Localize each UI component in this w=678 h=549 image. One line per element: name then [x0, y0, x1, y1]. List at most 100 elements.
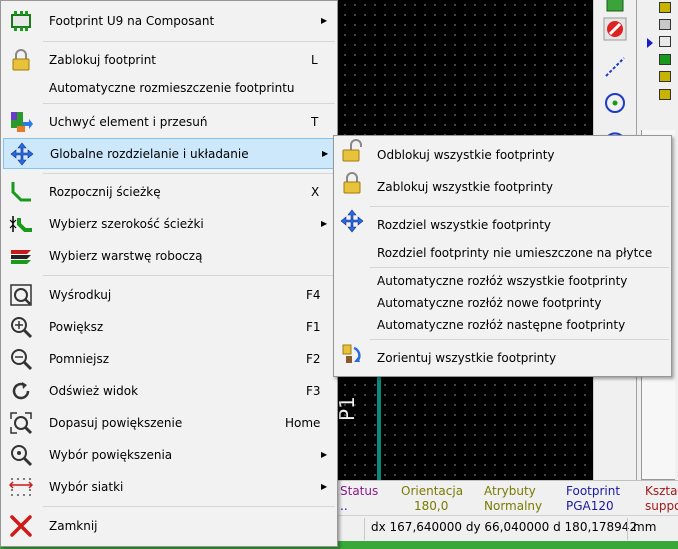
menu-item-shortcut: T: [311, 115, 319, 129]
msg-header: Orientacja: [401, 484, 464, 498]
msg-status: Status ..: [340, 484, 378, 514]
submenu-item-label: Rozdziel wszystkie footprinty: [377, 218, 552, 232]
menu-item-shortcut: F1: [306, 320, 321, 334]
layer-swatch[interactable]: [659, 19, 671, 30]
submenu-item-label: Automatyczne rozłóż wszystkie footprinty: [377, 274, 628, 288]
lock-icon: [9, 48, 33, 72]
submenu-item-autoplace-next[interactable]: Automatyczne rozłóż następne footprinty: [336, 314, 669, 336]
submenu-item-label: Automatyczne rozłóż następne footprinty: [377, 318, 626, 332]
msg-shape: Kształt suppo: [645, 484, 678, 514]
zoom-out-icon: [9, 347, 33, 371]
track-icon: [9, 180, 33, 204]
menu-item-label: Pomniejsz: [49, 352, 110, 366]
layer-swatch[interactable]: [659, 2, 671, 13]
submenu-item-autoplace-new[interactable]: Automatyczne rozłóż nowe footprinty: [336, 292, 669, 314]
zoom-fit-icon: [9, 411, 33, 435]
submenu-arrow-icon: ▶: [321, 16, 328, 25]
menu-item-label: Wybór siatki: [49, 480, 124, 494]
menu-item-lock-footprint[interactable]: Zablokuj footprint L: [3, 45, 335, 75]
submenu-item-spread-unplaced[interactable]: Rozdziel footprinty nie umieszczone na p…: [336, 241, 669, 267]
status-separator: [627, 518, 628, 540]
menu-item-label: Wybierz szerokość ścieżki: [49, 217, 204, 231]
submenu-item-label: Rozdziel footprinty nie umieszczone na p…: [377, 246, 653, 260]
menu-item-zoom-in[interactable]: Powiększ F1: [3, 312, 335, 342]
circle-icon[interactable]: [600, 88, 630, 118]
layer-swatch[interactable]: [659, 36, 671, 47]
layer-swatch[interactable]: [659, 89, 671, 100]
menu-separator: [43, 275, 335, 276]
menu-item-shortcut: X: [311, 185, 320, 199]
submenu-item-label: Odblokuj wszystkie footprinty: [377, 148, 555, 162]
msg-value: 180,0: [414, 499, 449, 513]
line-icon[interactable]: [600, 52, 630, 82]
menu-item-start-track[interactable]: Rozpocznij ścieżkę X: [3, 177, 335, 207]
layer-swatch[interactable]: [659, 54, 671, 65]
submenu-arrow-icon: ▶: [322, 149, 329, 158]
submenu-separator: [370, 267, 669, 268]
menu-item-autoplace-footprint[interactable]: Automatyczne rozmieszczenie footprintu: [3, 75, 335, 101]
submenu-separator: [370, 339, 669, 340]
menu-separator: [43, 506, 335, 507]
menu-item-label: Zamknij: [49, 519, 98, 533]
move-arrows-icon: [10, 142, 34, 166]
refresh-icon: [9, 379, 33, 403]
menu-item-label: Dopasuj powiększenie: [49, 416, 183, 430]
submenu-arrow-icon: ▶: [321, 450, 328, 459]
msg-value: Normalny: [484, 499, 543, 513]
menu-separator: [43, 41, 335, 42]
submenu-separator: [370, 206, 669, 207]
msg-orientation: Orientacja 180,0: [401, 484, 463, 514]
zoom-in-icon: [9, 315, 33, 339]
menu-item-label: Footprint U9 na Composant: [49, 14, 215, 28]
submenu-item-unlock-all[interactable]: Odblokuj wszystkie footprinty: [336, 139, 669, 171]
menu-item-shortcut: F4: [306, 288, 321, 302]
move-arrows-icon: [340, 209, 364, 233]
menu-item-label: Wybierz warstwę roboczą: [49, 249, 203, 263]
menu-item-shortcut: L: [311, 53, 318, 67]
menu-separator: [43, 103, 335, 104]
menu-item-shortcut: F3: [306, 384, 321, 398]
msg-footprint: Footprint PGA120: [566, 484, 620, 514]
submenu-item-lock-all[interactable]: Zablokuj wszystkie footprinty: [336, 171, 669, 203]
zoom-select-icon: [9, 443, 33, 467]
menu-item-grid-select[interactable]: Wybór siatki ▶: [3, 472, 335, 502]
footprint-icon: [9, 9, 33, 33]
menu-item-global-spread-place[interactable]: Globalne rozdzielanie i układanie ▶: [3, 138, 335, 169]
msg-attributes: Atrybuty Normalny: [484, 484, 542, 514]
layer-swatch[interactable]: [659, 71, 671, 82]
menu-item-label: Uchwyć element i przesuń: [49, 115, 208, 129]
menu-item-select-layer[interactable]: Wybierz warstwę roboczą: [3, 241, 335, 271]
menu-item-label: Odśwież widok: [49, 384, 139, 398]
menu-item-zoom-fit[interactable]: Dopasuj powiększenie Home: [3, 408, 335, 438]
submenu-item-autoplace-all[interactable]: Automatyczne rozłóż wszystkie footprinty: [336, 270, 669, 292]
menu-item-center[interactable]: Wyśrodkuj F4: [3, 280, 335, 310]
menu-item-footprint[interactable]: Footprint U9 na Composant ▶: [3, 5, 335, 37]
menu-item-refresh[interactable]: Odśwież widok F3: [3, 376, 335, 406]
menu-item-label: Globalne rozdzielanie i układanie: [50, 147, 249, 161]
unlock-icon: [340, 139, 364, 163]
menu-item-close[interactable]: Zamknij: [3, 510, 335, 542]
submenu-arrow-icon: ▶: [321, 219, 328, 228]
submenu-item-label: Zablokuj wszystkie footprinty: [377, 180, 554, 194]
menu-item-label: Automatyczne rozmieszczenie footprintu: [49, 81, 295, 95]
msg-header: Status: [340, 484, 379, 498]
menu-item-label: Rozpocznij ścieżkę: [49, 185, 161, 199]
keepout-icon[interactable]: [600, 14, 630, 44]
submenu-item-spread-all[interactable]: Rozdziel wszystkie footprinty: [336, 209, 669, 241]
menu-item-grab-move[interactable]: Uchwyć element i przesuń T: [3, 107, 335, 137]
track-width-icon: [9, 212, 33, 236]
grid-icon: [9, 475, 33, 499]
menu-item-zoom-select[interactable]: Wybór powiększenia ▶: [3, 440, 335, 470]
menu-item-shortcut: Home: [285, 416, 321, 430]
menu-item-label: Wyśrodkuj: [49, 288, 112, 302]
msg-header: Kształt: [645, 484, 678, 498]
layers-icon: [9, 244, 33, 268]
grab-move-icon: [9, 110, 33, 134]
status-separator: [364, 518, 365, 540]
submenu-item-label: Automatyczne rozłóż nowe footprinty: [377, 296, 602, 310]
menu-item-track-width[interactable]: Wybierz szerokość ścieżki ▶: [3, 209, 335, 239]
status-units: mm: [633, 520, 657, 534]
msg-header: Atrybuty: [484, 484, 536, 498]
menu-item-zoom-out[interactable]: Pomniejsz F2: [3, 344, 335, 374]
submenu-item-orient-all[interactable]: Zorientuj wszystkie footprinty: [336, 342, 669, 374]
